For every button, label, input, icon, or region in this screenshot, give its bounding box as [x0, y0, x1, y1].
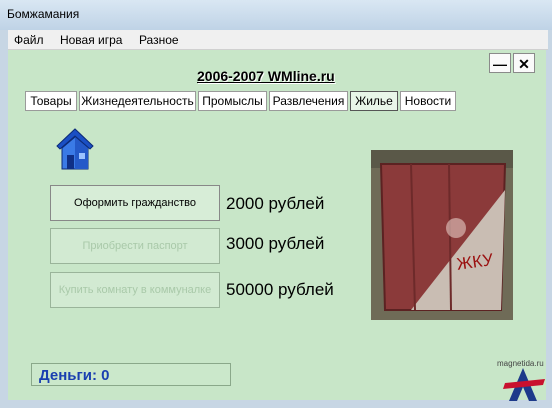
menu-bar: Файл Новая игра Разное	[8, 30, 548, 50]
buy-passport-button: Приобрести паспорт	[50, 228, 220, 264]
buy-room-button: Купить комнату в коммуналке	[50, 272, 220, 308]
tab-entertainment[interactable]: Развлечения	[269, 91, 348, 111]
tab-news[interactable]: Новости	[400, 91, 456, 111]
tab-goods[interactable]: Товары	[25, 91, 77, 111]
money-display: Деньги: 0	[31, 363, 231, 386]
menu-new-game[interactable]: Новая игра	[54, 30, 129, 47]
money-label: Деньги: 0	[39, 367, 110, 384]
minimize-button[interactable]: —	[489, 53, 511, 73]
citizenship-price: 2000 рублей	[226, 194, 325, 213]
room-price: 50000 рублей	[226, 280, 334, 299]
passport-price: 3000 рублей	[226, 234, 325, 253]
watermark-text: magnetida.ru	[497, 359, 544, 368]
menu-file[interactable]: Файл	[8, 30, 50, 47]
close-button[interactable]: ✕	[513, 53, 535, 73]
title-bar: Бомжамания	[0, 0, 552, 30]
watermark-logo: magnetida.ru	[497, 359, 545, 401]
window-title: Бомжамания	[7, 7, 80, 21]
tab-life[interactable]: Жизнедеятельность	[79, 91, 196, 111]
get-citizenship-button[interactable]: Оформить гражданство	[50, 185, 220, 221]
dumpster-image: ЖКУ	[371, 150, 513, 320]
tab-crafts[interactable]: Промыслы	[198, 91, 267, 111]
home-icon	[56, 128, 94, 170]
site-link[interactable]: 2006-2007 WMline.ru	[197, 68, 335, 84]
tab-housing[interactable]: Жилье	[350, 91, 398, 111]
menu-misc[interactable]: Разное	[133, 30, 185, 47]
